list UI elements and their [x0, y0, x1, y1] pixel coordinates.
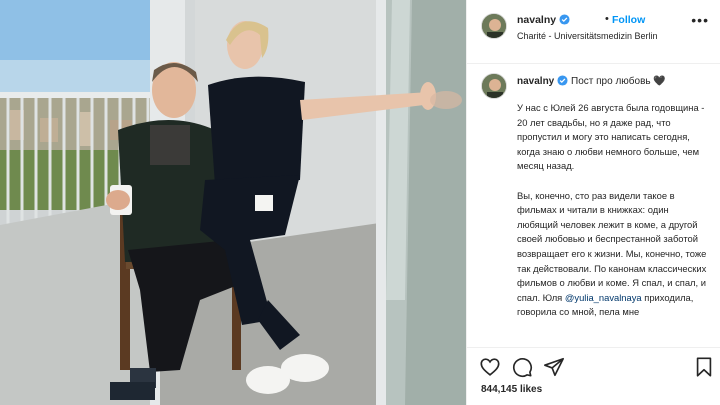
follow-button[interactable]: Follow: [612, 14, 645, 26]
caption-paragraph: У нас с Юлей 26 августа была годовщина -…: [517, 102, 705, 172]
action-bar: 844,145 likes: [467, 347, 720, 405]
likes-number[interactable]: 844,145: [481, 384, 517, 395]
avatar-image: [482, 14, 506, 38]
post-sidebar: navalny • Follow Charité - Universitätsm…: [466, 0, 720, 405]
verified-badge-icon: [557, 75, 568, 86]
caption-username[interactable]: navalny: [517, 76, 554, 87]
post-header: navalny • Follow Charité - Universitätsm…: [467, 0, 720, 64]
balcony-photo: [0, 0, 466, 405]
share-icon[interactable]: [543, 356, 565, 378]
heart-icon[interactable]: [479, 356, 501, 378]
reflection: [430, 91, 462, 109]
likes-label[interactable]: likes: [520, 384, 542, 395]
horizon-haze: [0, 60, 160, 95]
caption-avatar[interactable]: [481, 73, 507, 99]
verified-badge-icon: [559, 14, 570, 25]
caption-body: У нас с Юлей 26 августа была годовщина -…: [517, 101, 707, 335]
bookmark-icon[interactable]: [693, 356, 715, 378]
username-text[interactable]: navalny: [517, 14, 556, 26]
black-heart-emoji: 🖤: [653, 76, 666, 87]
avatar[interactable]: [481, 13, 507, 39]
mention-link[interactable]: @yulia_navalnaya: [565, 292, 642, 303]
username-link[interactable]: navalny: [517, 14, 570, 26]
caption-title: Пост про любовь: [571, 76, 651, 87]
avatar-image: [482, 74, 506, 98]
caption: navalny Пост про любовь 🖤 У нас с Юлей 2…: [467, 65, 720, 347]
caption-paragraph: Вы, конечно, сто раз видели такое в филь…: [517, 189, 707, 320]
railing-top: [0, 92, 160, 98]
separator-dot: •: [605, 13, 609, 25]
post-photo[interactable]: [0, 0, 466, 405]
likes-count[interactable]: 844,145 likes: [481, 384, 542, 395]
location-link[interactable]: Charité - Universitätsmedizin Berlin: [517, 31, 658, 41]
caption-text: Вы, конечно, сто раз видели такое в филь…: [517, 189, 707, 303]
comment-icon[interactable]: [511, 356, 533, 378]
more-options-icon[interactable]: •••: [691, 12, 709, 28]
caption-header: navalny Пост про любовь 🖤: [517, 75, 713, 87]
